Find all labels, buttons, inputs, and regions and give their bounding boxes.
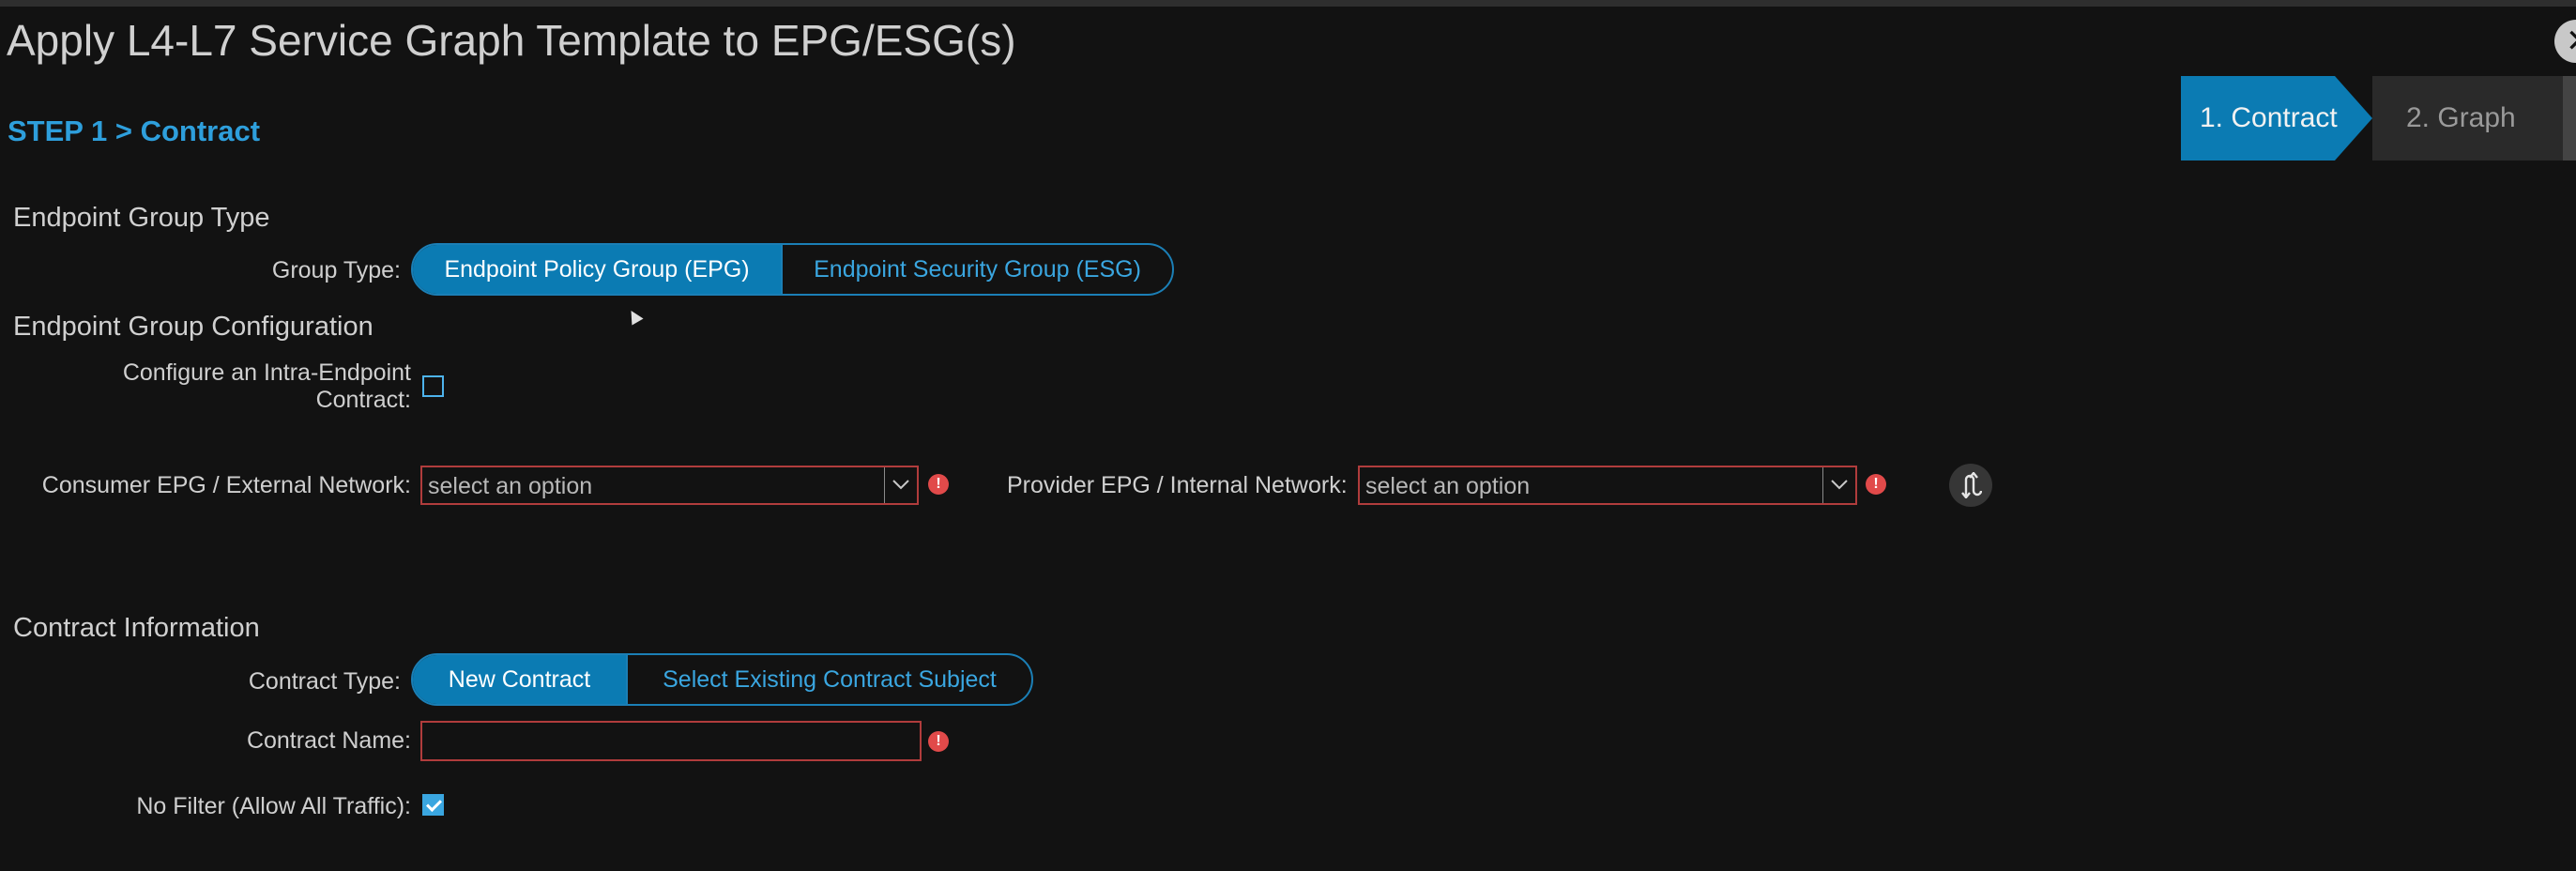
provider-epg-label: Provider EPG / Internal Network: — [1007, 472, 1348, 498]
consumer-epg-label: Consumer EPG / External Network: — [41, 472, 411, 498]
chevron-down-icon — [1831, 480, 1848, 490]
group-type-esg-option[interactable]: Endpoint Security Group (ESG) — [781, 245, 1172, 294]
intra-contract-label-line2: Contract: — [315, 387, 411, 413]
consumer-epg-error-icon: ! — [928, 474, 949, 495]
provider-epg-select[interactable]: select an option — [1358, 466, 1857, 505]
contract-name-error-icon: ! — [928, 731, 949, 752]
contract-type-toggle: New Contract Select Existing Contract Su… — [411, 653, 1033, 706]
mouse-cursor-icon — [625, 307, 644, 326]
intra-contract-checkbox[interactable] — [422, 375, 444, 397]
contract-info-heading: Contract Information — [13, 613, 260, 643]
swap-icon — [1961, 472, 1982, 498]
contract-type-existing-option[interactable]: Select Existing Contract Subject — [626, 655, 1031, 704]
wizard-progress: 1. Contract 2. Graph — [2181, 76, 2576, 160]
contract-name-label: Contract Name: — [246, 727, 411, 754]
consumer-epg-dropdown-toggle[interactable] — [884, 467, 917, 503]
provider-epg-dropdown-toggle[interactable] — [1822, 467, 1855, 503]
no-filter-label: No Filter (Allow All Traffic): — [136, 793, 411, 819]
consumer-epg-select[interactable]: select an option — [420, 466, 919, 505]
dialog-title: Apply L4-L7 Service Graph Template to EP… — [7, 16, 1016, 65]
close-button[interactable]: ✕ — [2554, 20, 2576, 63]
wizard-edge — [2563, 76, 2576, 160]
window-top-border — [0, 0, 2576, 7]
wizard-step-graph-label: 2. Graph — [2406, 102, 2516, 133]
contract-name-input[interactable] — [420, 721, 922, 761]
endpoint-group-type-heading: Endpoint Group Type — [13, 203, 270, 233]
endpoint-group-config-heading: Endpoint Group Configuration — [13, 312, 373, 342]
provider-epg-placeholder: select an option — [1365, 473, 1531, 499]
contract-type-label: Contract Type: — [248, 668, 401, 695]
provider-epg-error-icon: ! — [1866, 474, 1886, 495]
group-type-epg-option[interactable]: Endpoint Policy Group (EPG) — [413, 245, 782, 294]
intra-contract-label-line1: Configure an Intra-Endpoint — [122, 359, 411, 386]
swap-epg-button[interactable] — [1949, 464, 1992, 507]
consumer-epg-placeholder: select an option — [428, 473, 593, 499]
no-filter-checkbox[interactable] — [422, 794, 444, 816]
close-icon: ✕ — [2566, 23, 2576, 59]
wizard-step-arrow — [2335, 76, 2372, 160]
chevron-down-icon — [892, 480, 909, 490]
group-type-label: Group Type: — [271, 257, 401, 283]
group-type-toggle: Endpoint Policy Group (EPG) Endpoint Sec… — [411, 243, 1174, 296]
contract-type-new-option[interactable]: New Contract — [413, 655, 626, 704]
step-label: STEP 1 > Contract — [8, 115, 261, 147]
wizard-step-contract-label: 1. Contract — [2200, 102, 2338, 133]
